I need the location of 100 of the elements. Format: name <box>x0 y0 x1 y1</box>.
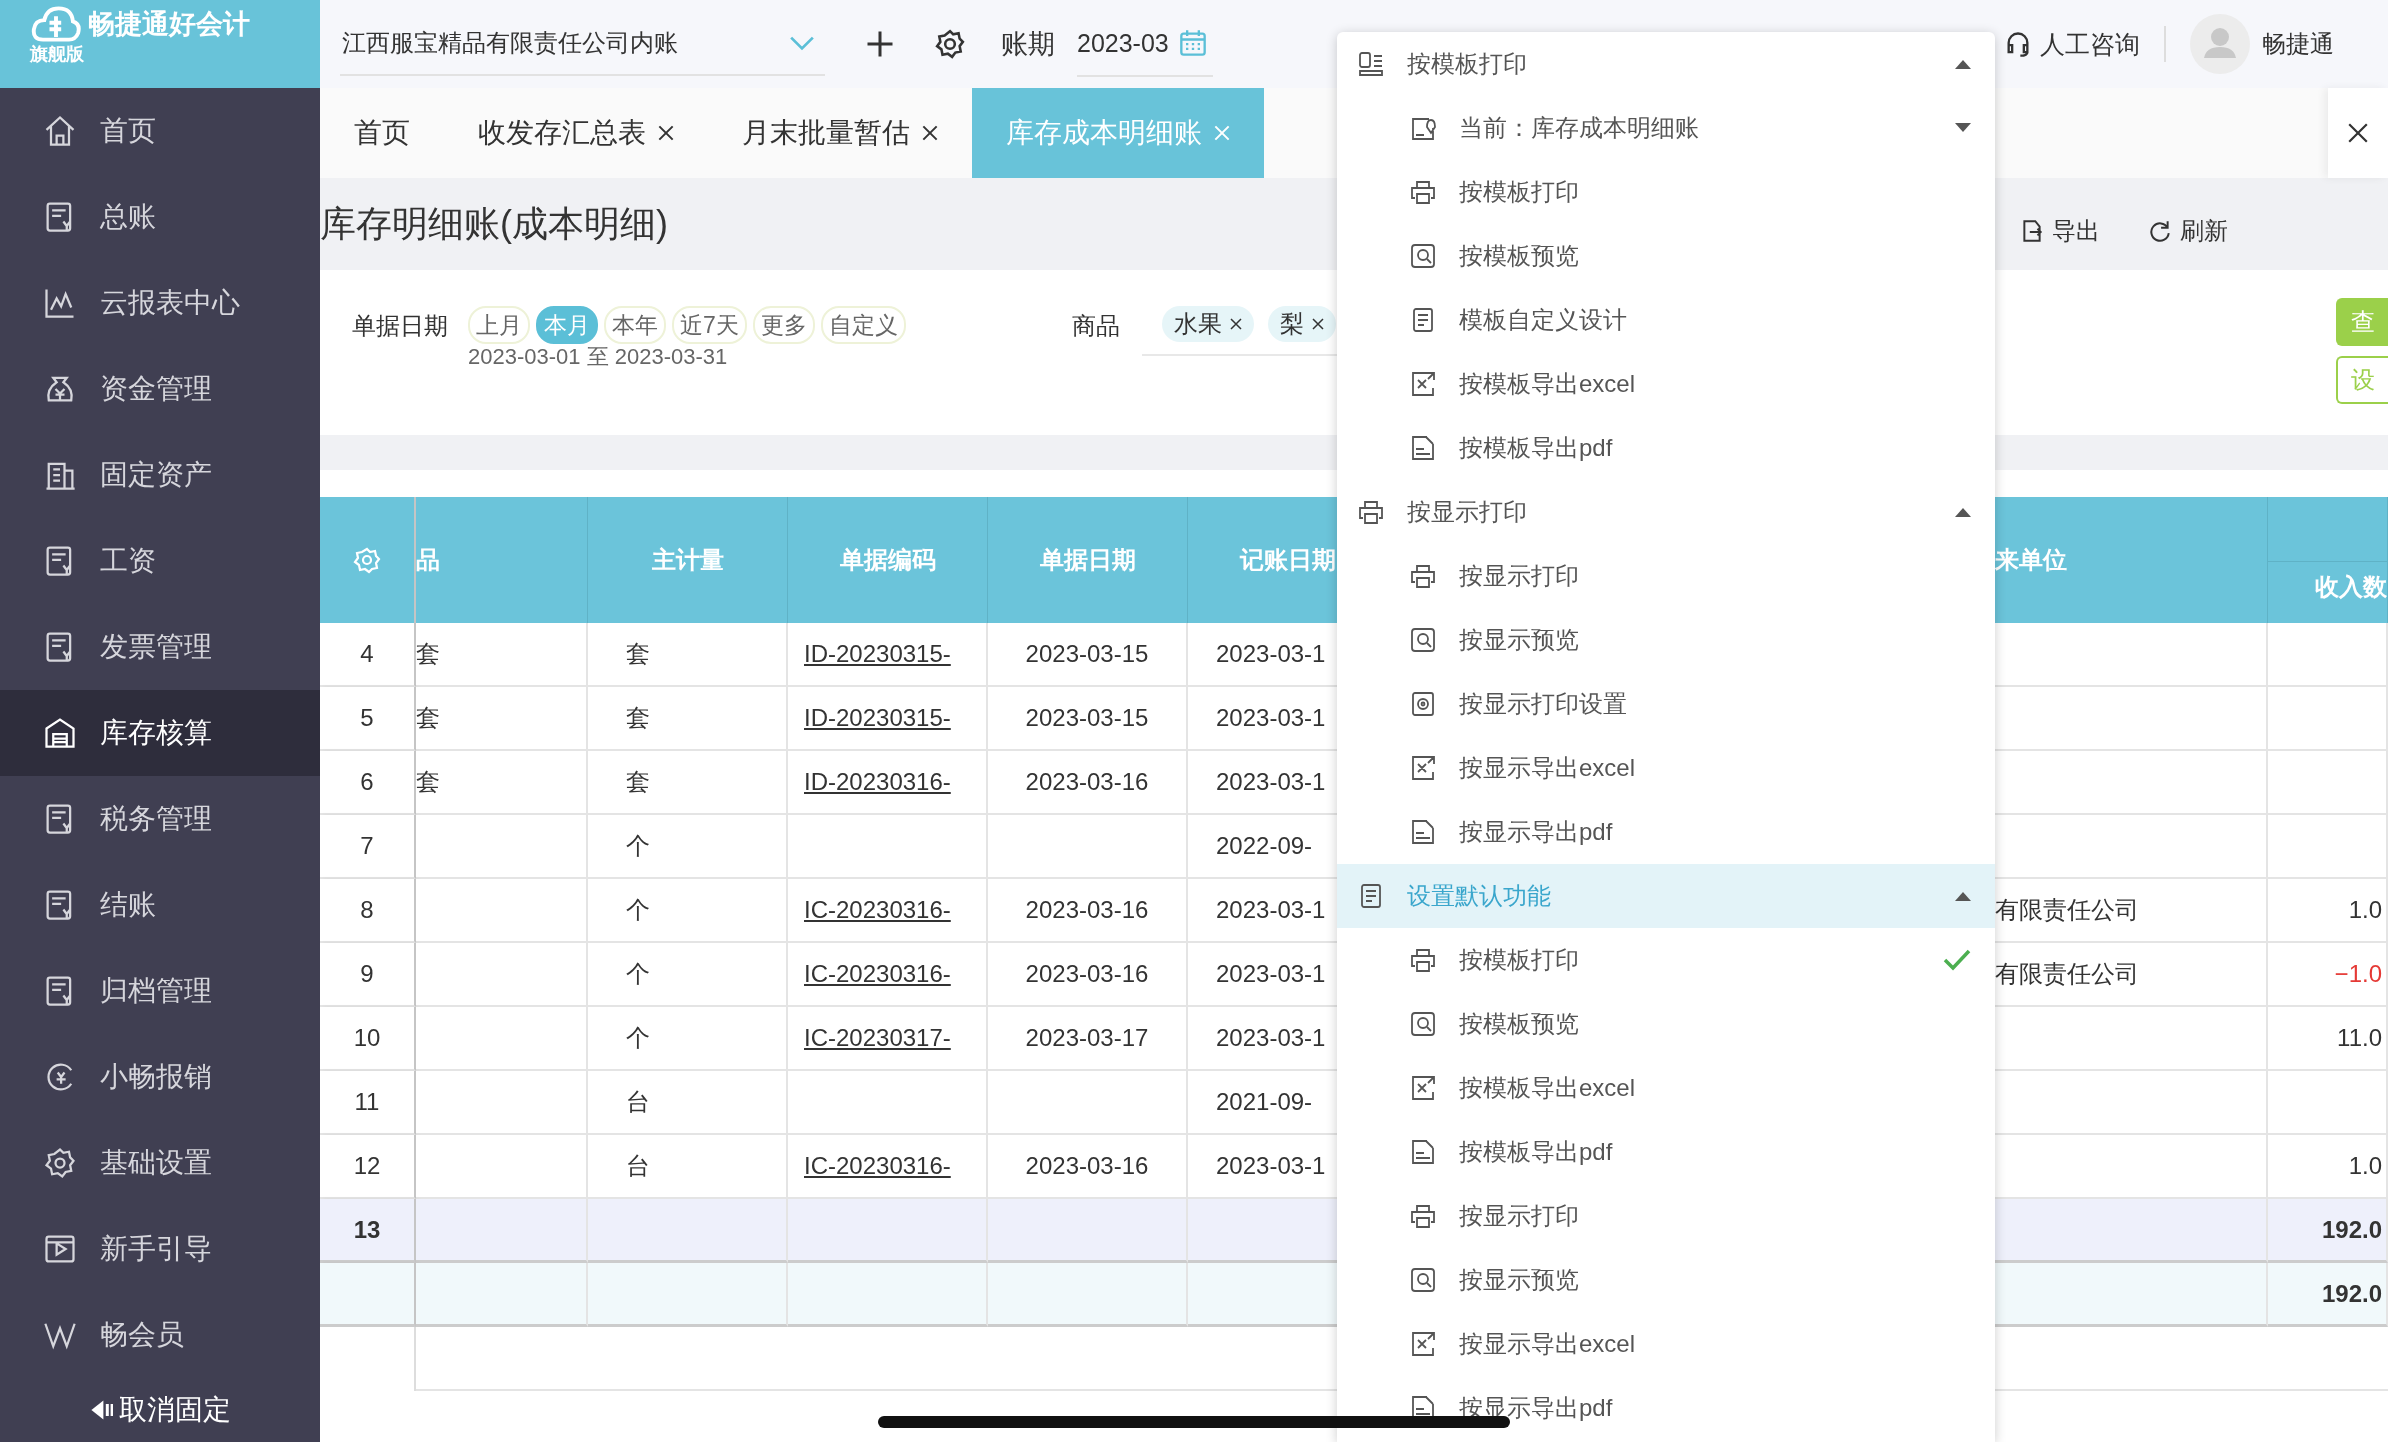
pdf-icon <box>1409 818 1437 846</box>
table-cell: 个 <box>588 879 788 943</box>
close-icon[interactable] <box>922 125 938 141</box>
table-cell: 有限责任公司 <box>1995 879 2268 943</box>
refresh-button[interactable]: 刷新 <box>2148 215 2228 247</box>
sidebar-item[interactable]: 畅会员 <box>0 1292 320 1378</box>
sidebar-item[interactable]: 结账 <box>0 862 320 948</box>
date-chip[interactable]: 上月 <box>468 306 530 344</box>
period-field[interactable]: 2023-03 <box>1077 11 1213 77</box>
chevron-down-icon <box>789 35 815 51</box>
document-link[interactable]: IC-20230316- <box>804 1152 951 1180</box>
document-link[interactable]: ID-20230315- <box>804 704 951 732</box>
menu-item[interactable]: 按显示导出excel <box>1337 1312 1995 1376</box>
row-number: 11 <box>320 1071 416 1135</box>
product-tag[interactable]: 梨 <box>1267 306 1336 342</box>
page-title: 库存明细账(成本明细) <box>320 201 668 246</box>
table-cell: 个 <box>588 1007 788 1071</box>
row-number: 6 <box>320 751 416 815</box>
table-cell: 1.0 <box>2268 879 2388 943</box>
column-header: 单据编码 <box>788 497 988 623</box>
menu-item[interactable]: 当前：库存成本明细账 <box>1337 96 1995 160</box>
date-filter-label: 单据日期 <box>352 311 448 341</box>
caret-icon <box>1955 123 1971 133</box>
preview-icon <box>1409 626 1437 654</box>
refresh-icon <box>2148 219 2172 243</box>
date-chip[interactable]: 更多 <box>752 306 815 344</box>
table-cell: 个 <box>588 815 788 879</box>
cloud-logo-icon <box>30 4 82 44</box>
close-icon[interactable] <box>1311 318 1324 330</box>
menu-item[interactable]: 按模板导出pdf <box>1337 416 1995 480</box>
user-name: 畅捷通 <box>2262 29 2334 59</box>
row-number: 10 <box>320 1007 416 1071</box>
product-filter-label: 商品 <box>1071 311 1120 341</box>
template-icon <box>1357 50 1385 78</box>
row-number: 12 <box>320 1135 416 1199</box>
preview-icon <box>1409 1010 1437 1038</box>
printer-icon <box>1357 498 1385 526</box>
row-number: 8 <box>320 879 416 943</box>
pdf-icon <box>1409 1138 1437 1166</box>
sidebar-item[interactable]: 工资 <box>0 518 320 604</box>
export-button[interactable]: 导出 <box>2020 215 2100 247</box>
caret-icon <box>1955 507 1971 517</box>
document-link[interactable]: IC-20230316- <box>804 960 951 988</box>
excel-icon <box>1409 1074 1437 1102</box>
close-icon[interactable] <box>1229 318 1242 330</box>
printer-icon <box>1409 562 1437 590</box>
table-cell: 2023-03-17 <box>988 1007 1188 1071</box>
preview-icon <box>1409 242 1437 270</box>
add-icon[interactable] <box>865 29 895 59</box>
table-cell: 台 <box>588 1071 788 1135</box>
document-link[interactable]: ID-20230315- <box>804 640 951 668</box>
row-number: 13 <box>320 1199 416 1263</box>
sidebar-item[interactable]: 总账 <box>0 174 320 260</box>
sidebar-item[interactable]: 税务管理 <box>0 776 320 862</box>
menu-item[interactable]: 按模板预览 <box>1337 224 1995 288</box>
excel-icon <box>1409 370 1437 398</box>
sidebar-item[interactable]: 库存核算 <box>0 690 320 776</box>
sidebar-item[interactable]: 小畅报销 <box>0 1034 320 1120</box>
table-cell: 套 <box>588 687 788 751</box>
menu-item[interactable]: 按显示预览 <box>1337 1248 1995 1312</box>
close-icon[interactable] <box>658 125 674 141</box>
table-cell: 套 <box>416 687 588 751</box>
table-cell: 套 <box>588 623 788 687</box>
document-link[interactable]: IC-20230316- <box>804 896 951 924</box>
table-cell: 192.0 <box>2268 1263 2388 1327</box>
sidebar-item[interactable]: 首页 <box>0 88 320 174</box>
document-link[interactable]: ID-20230316- <box>804 768 951 796</box>
sidebar-item[interactable]: 基础设置 <box>0 1120 320 1206</box>
document-link[interactable]: IC-20230317- <box>804 1024 951 1052</box>
close-icon <box>2347 122 2369 144</box>
table-cell: 套 <box>416 751 588 815</box>
tab[interactable]: 月末批量暂估 <box>708 88 972 178</box>
sidebar-item[interactable]: 固定资产 <box>0 432 320 518</box>
pin-arrow-icon <box>89 1398 113 1422</box>
printer-icon <box>1409 946 1437 974</box>
excel-icon <box>1409 1330 1437 1358</box>
table-cell: 个 <box>588 943 788 1007</box>
date-chip[interactable]: 近7天 <box>672 306 747 344</box>
edition-label: 旗舰版 <box>30 43 85 66</box>
menu-section-header[interactable]: 按模板打印 <box>1337 32 1995 96</box>
date-chip[interactable]: 自定义 <box>820 306 906 344</box>
table-cell: 2023-03-16 <box>988 943 1188 1007</box>
table-cell: −1.0 <box>2268 943 2388 1007</box>
sidebar-item[interactable]: 资金管理 <box>0 346 320 432</box>
support-link[interactable]: 人工咨询 <box>2004 27 2140 61</box>
sidebar-item[interactable]: 新手引导 <box>0 1206 320 1292</box>
date-chip[interactable]: 本年 <box>604 306 666 344</box>
caret-icon <box>1955 891 1971 901</box>
company-select[interactable]: 江西服宝精品有限责任公司内账 <box>340 12 825 76</box>
tab[interactable]: 首页 <box>320 88 444 178</box>
pdf-icon <box>1409 434 1437 462</box>
tab[interactable]: 收发存汇总表 <box>444 88 708 178</box>
sidebar-item[interactable]: 云报表中心 <box>0 260 320 346</box>
sidebar-item[interactable]: 归档管理 <box>0 948 320 1034</box>
table-cell: 套 <box>588 751 788 815</box>
table-cell: 台 <box>588 1135 788 1199</box>
product-tag[interactable]: 水果 <box>1161 306 1254 342</box>
menu-item[interactable]: 按模板打印 <box>1337 160 1995 224</box>
sidebar-item[interactable]: 发票管理 <box>0 604 320 690</box>
preview-icon <box>1409 1266 1437 1294</box>
